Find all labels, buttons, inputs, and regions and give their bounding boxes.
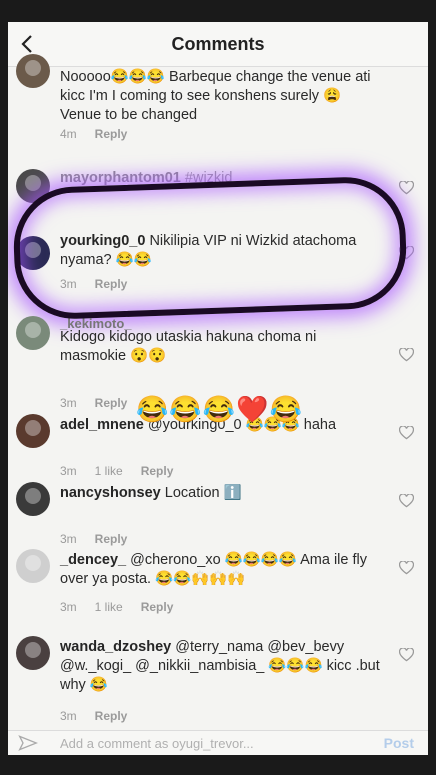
like-heart-icon[interactable] (399, 494, 414, 508)
comment-time: 3m (60, 396, 77, 410)
comment-text: _dencey_ @cherono_xo 😂😂😂😂 Ama ile fly ov… (60, 551, 386, 589)
avatar[interactable] (16, 549, 50, 583)
comment-likes[interactable]: 1 like (95, 464, 123, 478)
comment-meta: 3m Reply (60, 396, 145, 410)
comment-username[interactable]: wanda_dzoshey (60, 639, 171, 655)
send-icon (18, 735, 38, 751)
comment-text: Nooooo😂😂😂 Barbeque change the venue ati … (60, 68, 386, 125)
comment-composer: Add a comment as oyugi_trevor... Post (8, 730, 428, 755)
comment-body: Location ℹ️ (164, 485, 242, 501)
comment-username[interactable]: _dencey_ (60, 552, 126, 568)
avatar[interactable] (16, 316, 50, 350)
reply-button[interactable]: Reply (95, 709, 128, 723)
reply-button[interactable]: Reply (95, 532, 128, 546)
comment-username[interactable]: adel_mnene (60, 417, 144, 433)
comment-time: 3m (60, 709, 77, 723)
highlight-circle-annotation (11, 175, 409, 321)
comment-meta: 3m Reply (60, 709, 145, 723)
like-heart-icon[interactable] (399, 348, 414, 362)
comment-text: nancyshonsey Location ℹ️ (60, 484, 386, 503)
avatar[interactable] (16, 54, 50, 88)
comment-username[interactable]: _kekimoto_ (60, 314, 132, 333)
comment-username[interactable]: nancyshonsey (60, 485, 161, 501)
avatar[interactable] (16, 636, 50, 670)
comment-meta: 3m Reply (60, 532, 145, 546)
like-heart-icon[interactable] (399, 426, 414, 440)
comment-likes[interactable]: 1 like (95, 600, 123, 614)
comment-time: 3m (60, 532, 77, 546)
header: Comments (8, 22, 428, 67)
comment-text: wanda_dzoshey @terry_nama @bev_bevy @w._… (60, 638, 386, 695)
comment-time: 3m (60, 600, 77, 614)
comment-text: _kekimoto_ Kidogo kidogo utaskia hakuna … (60, 316, 386, 366)
like-heart-icon[interactable] (399, 648, 414, 662)
comment-body: Nooooo😂😂😂 Barbeque change the venue ati … (60, 69, 371, 123)
comment-time: 3m (60, 464, 77, 478)
reply-button[interactable]: Reply (95, 127, 128, 141)
avatar[interactable] (16, 482, 50, 516)
post-button[interactable]: Post (384, 735, 414, 751)
comments-screen: Comments Nooooo😂😂😂 Barbeque change the v… (8, 22, 428, 755)
reply-button[interactable]: Reply (141, 600, 174, 614)
comment-time: 4m (60, 127, 77, 141)
page-title: Comments (171, 34, 265, 54)
comment-meta: 3m 1 like Reply (60, 600, 191, 614)
reply-button[interactable]: Reply (95, 396, 128, 410)
emoji-overlay: 😂😂😂❤️😂 (136, 394, 303, 424)
comment-meta: 3m 1 like Reply (60, 464, 191, 478)
like-heart-icon[interactable] (399, 181, 414, 195)
comment-input[interactable]: Add a comment as oyugi_trevor... (60, 736, 254, 751)
comment-body: Kidogo kidogo utaskia hakuna choma ni ma… (60, 329, 317, 364)
comment-meta: 4m Reply (60, 127, 145, 141)
like-heart-icon[interactable] (399, 561, 414, 575)
avatar[interactable] (16, 414, 50, 448)
reply-button[interactable]: Reply (141, 464, 174, 478)
